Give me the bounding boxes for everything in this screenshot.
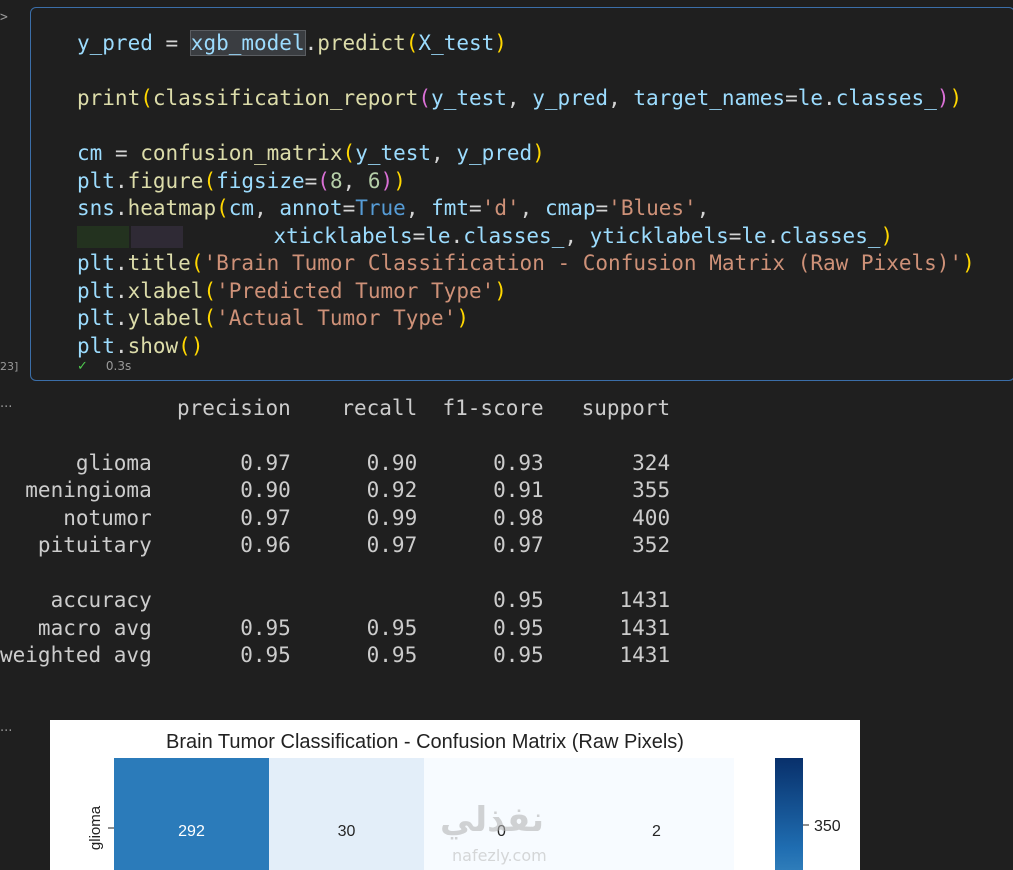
code-line-10: plt.xlabel('Predicted Tumor Type') [77,279,507,303]
watermark-arabic: نفذلي [440,800,545,840]
output-menu-icon-2[interactable]: ... [0,720,12,735]
heatmap-cell-value: 30 [338,823,356,840]
report-row: accuracy 0.95 1431 [0,588,671,612]
cell-status: ✓ 0.3s [77,359,131,374]
report-row: meningioma 0.90 0.92 0.91 355 [0,478,671,502]
report-row: macro avg 0.95 0.95 0.95 1431 [0,616,671,640]
code-line-8: xticklabels=le.classes_, yticklabels=le.… [77,223,893,249]
heatmap-cell [114,758,269,870]
code-line-12: plt.show() [77,334,204,358]
code-line-7: sns.heatmap(cm, annot=True, fmt='d', cma… [77,196,710,220]
execution-duration: 0.3s [105,359,132,373]
collapse-toggle-icon[interactable]: > [0,10,8,25]
chart-title: Brain Tumor Classification - Confusion M… [166,731,684,753]
colorbar-tick-label: 350 [814,818,841,835]
report-header: precision recall f1-score support [0,396,671,420]
heatmap-cell-value: 2 [652,823,661,840]
report-row: notumor 0.97 0.99 0.98 400 [0,506,671,530]
execution-count: 23] [0,360,19,373]
code-line-9: plt.title('Brain Tumor Classification - … [77,251,975,275]
report-row: pituitary 0.96 0.97 0.97 352 [0,533,671,557]
colorbar [775,758,803,870]
code-line-6: plt.figure(figsize=(8, 6)) [77,169,406,193]
success-check-icon: ✓ [77,359,88,374]
y-tick-label: glioma [87,805,104,850]
heatmap-cell-value: 292 [178,823,205,840]
report-row: weighted avg 0.95 0.95 0.95 1431 [0,643,671,667]
watermark-latin: nafezly.com [452,846,547,865]
code-line-3: print(classification_report(y_test, y_pr… [77,86,963,110]
code-line-11: plt.ylabel('Actual Tumor Type') [77,306,469,330]
code-cell[interactable]: y_pred = xgb_model.predict(X_test) print… [30,7,1013,381]
code-line-1: y_pred = xgb_model.predict(X_test) [77,30,507,56]
code-line-5: cm = confusion_matrix(y_test, y_pred) [77,141,545,165]
heatmap-cell [269,758,424,870]
heatmap-cell [579,758,734,870]
report-row: glioma 0.97 0.90 0.93 324 [0,451,671,475]
